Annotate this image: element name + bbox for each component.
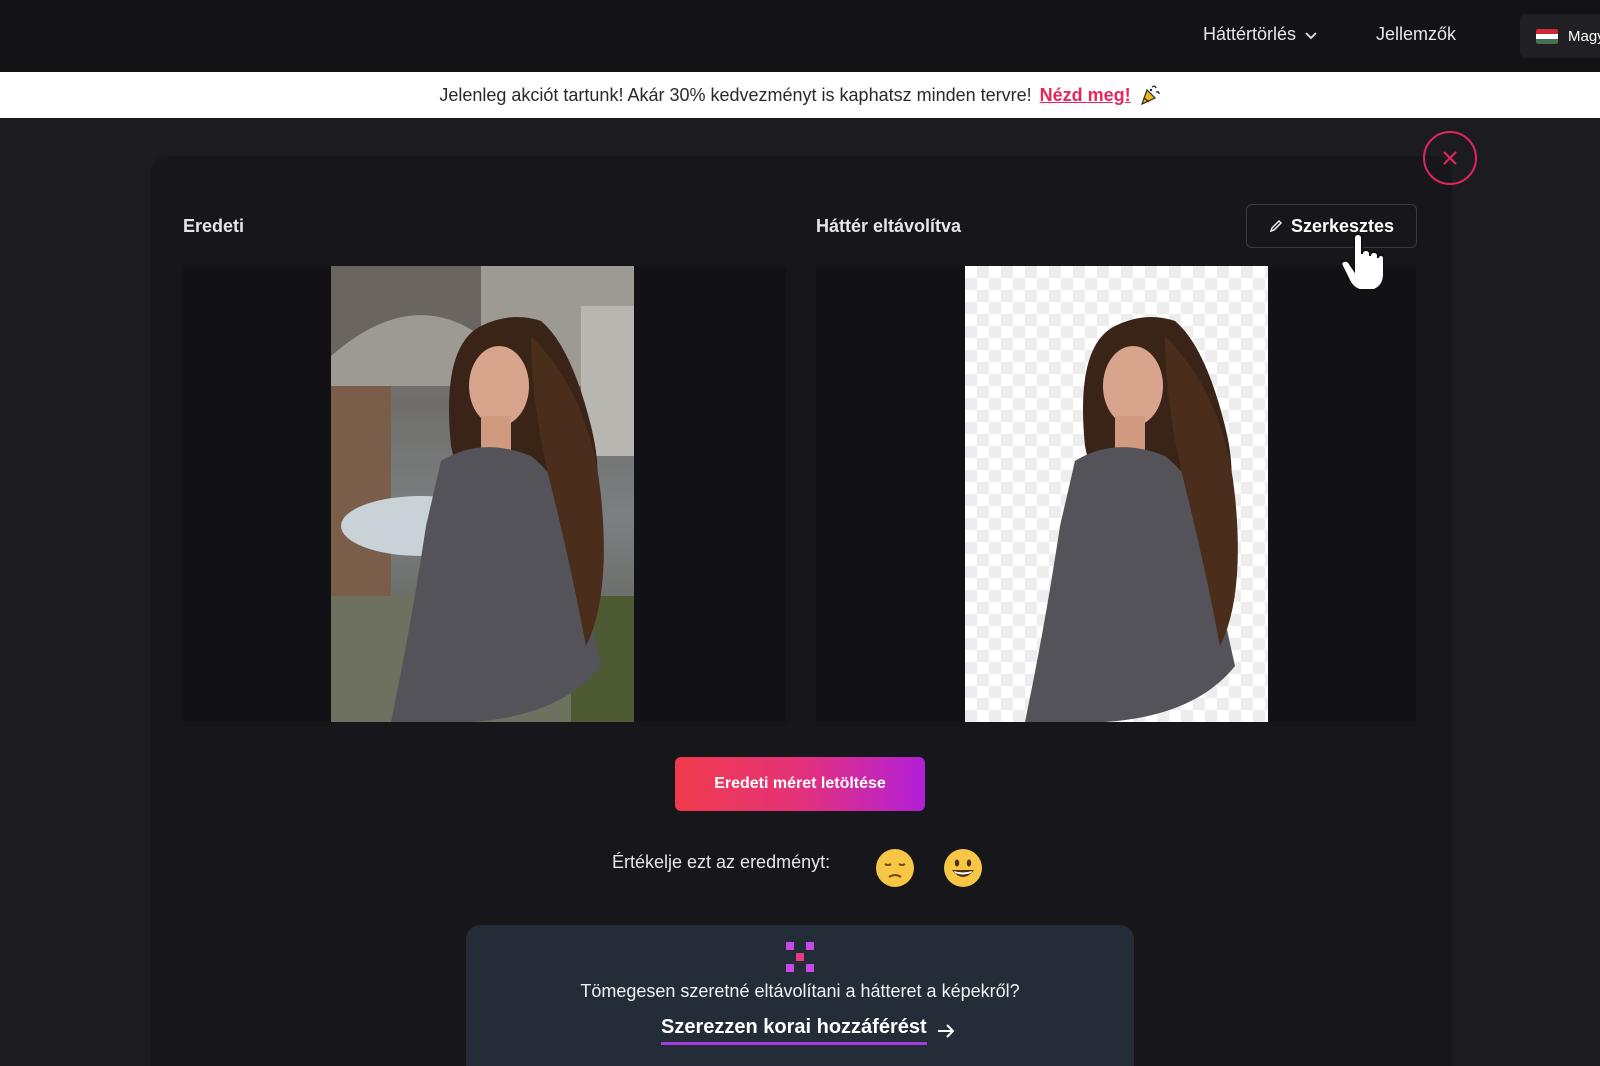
grinning-face-icon[interactable] xyxy=(943,848,983,888)
nav-features-link[interactable]: Jellemzők xyxy=(1376,24,1456,45)
party-popper-icon xyxy=(1140,85,1160,106)
original-label: Eredeti xyxy=(183,216,245,236)
promo-banner: Jelenleg akciót tartunk! Akár 30% kedvez… xyxy=(0,72,1600,118)
bulk-grid-logo-icon xyxy=(786,942,814,972)
edit-button[interactable]: Szerkesztes xyxy=(1246,204,1417,248)
download-original-size-button[interactable]: Eredeti méret letöltése xyxy=(675,757,925,811)
top-navigation: Háttértörlés Jellemzők Magy xyxy=(0,0,1600,72)
arrow-right-icon xyxy=(937,1023,955,1038)
nav-background-removal-menu[interactable]: Háttértörlés xyxy=(1203,24,1318,45)
pensive-face-icon[interactable] xyxy=(875,848,915,888)
language-selector[interactable]: Magy xyxy=(1520,14,1600,58)
pencil-icon xyxy=(1269,220,1282,233)
promo-link[interactable]: Nézd meg! xyxy=(1040,85,1131,106)
chevron-down-icon xyxy=(1305,31,1317,39)
nav-features-label: Jellemzők xyxy=(1376,24,1457,44)
bulk-removal-question: Tömegesen szeretné eltávolítani a hátter… xyxy=(580,981,1020,1001)
early-access-label: Szerezzen korai hozzáférést xyxy=(661,1016,927,1045)
hand-cursor-icon xyxy=(1340,234,1384,291)
hungarian-flag-icon xyxy=(1536,28,1558,44)
early-access-link[interactable]: Szerezzen korai hozzáférést xyxy=(661,1016,955,1045)
rating-prompt: Értékelje ezt az eredményt: xyxy=(612,852,831,872)
nav-background-removal-label: Háttértörlés xyxy=(1203,24,1297,44)
close-button[interactable] xyxy=(1423,131,1477,185)
language-label: Magy xyxy=(1568,27,1600,45)
background-removed-photo xyxy=(965,266,1268,722)
background-removed-label: Háttér eltávolítva xyxy=(816,216,962,236)
original-photo xyxy=(331,266,634,722)
close-icon xyxy=(1443,151,1457,165)
promo-text: Jelenleg akciót tartunk! Akár 30% kedvez… xyxy=(439,84,1032,105)
